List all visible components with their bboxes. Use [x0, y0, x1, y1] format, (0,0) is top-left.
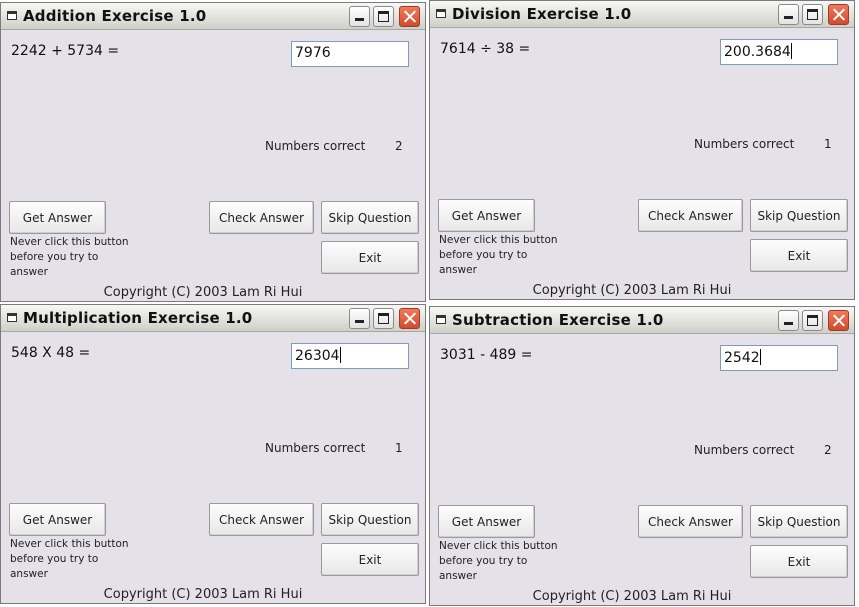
check-answer-button[interactable]: Check Answer — [209, 503, 314, 536]
title-bar[interactable]: Division Exercise 1.0 — [430, 1, 854, 28]
close-icon — [829, 311, 848, 330]
copyright-notice: Copyright (C) 2003 Lam Ri Hui — [532, 589, 732, 604]
question-label: 7614 ÷ 38 = — [440, 41, 531, 57]
window-app-icon[interactable] — [7, 313, 17, 322]
text-caret — [759, 349, 761, 365]
exit-button[interactable]: Exit — [750, 239, 848, 272]
get-answer-button[interactable]: Get Answer — [438, 505, 535, 538]
get-answer-warning: Never click this button before you try t… — [439, 234, 558, 276]
close-button[interactable] — [399, 6, 420, 27]
window-app-icon[interactable] — [7, 11, 17, 20]
maximize-icon — [378, 313, 389, 324]
close-button[interactable] — [828, 310, 849, 331]
skip-question-button[interactable]: Skip Question — [750, 199, 848, 232]
question-label: 2242 + 5734 = — [11, 43, 120, 59]
answer-value: 200.3684 — [724, 44, 791, 60]
answer-input[interactable]: 7976 — [291, 41, 409, 67]
answer-input[interactable]: 2542 — [720, 345, 838, 371]
get-answer-warning: Never click this button before you try t… — [10, 538, 129, 580]
maximize-button[interactable] — [373, 6, 394, 27]
numbers-correct-count: 1 — [824, 137, 832, 151]
maximize-icon — [807, 315, 818, 326]
numbers-correct-count: 2 — [395, 139, 403, 153]
answer-input[interactable]: 26304 — [291, 343, 409, 369]
answer-value: 2542 — [724, 350, 760, 366]
addition-window: Addition Exercise 1.0 2242 + 5734 = 7976… — [0, 2, 426, 302]
minimize-button[interactable] — [778, 4, 799, 25]
multiplication-window: Multiplication Exercise 1.0 548 X 48 = 2… — [0, 304, 426, 604]
title-bar[interactable]: Addition Exercise 1.0 — [1, 3, 425, 30]
question-label: 3031 - 489 = — [440, 347, 533, 363]
maximize-icon — [807, 9, 818, 20]
check-answer-button[interactable]: Check Answer — [638, 505, 743, 538]
skip-question-button[interactable]: Skip Question — [321, 503, 419, 536]
exit-button[interactable]: Exit — [321, 241, 419, 274]
minimize-icon — [784, 322, 793, 325]
window-title: Addition Exercise 1.0 — [23, 7, 207, 25]
exit-button[interactable]: Exit — [321, 543, 419, 576]
title-bar[interactable]: Subtraction Exercise 1.0 — [430, 307, 854, 334]
copyright-notice: Copyright (C) 2003 Lam Ri Hui — [103, 285, 303, 300]
minimize-icon — [355, 18, 364, 21]
skip-question-button[interactable]: Skip Question — [750, 505, 848, 538]
get-answer-warning: Never click this button before you try t… — [10, 236, 129, 278]
maximize-button[interactable] — [802, 4, 823, 25]
exit-button[interactable]: Exit — [750, 545, 848, 578]
minimize-button[interactable] — [778, 310, 799, 331]
division-window: Division Exercise 1.0 7614 ÷ 38 = 200.36… — [429, 0, 855, 300]
question-label: 548 X 48 = — [11, 345, 91, 361]
window-title: Subtraction Exercise 1.0 — [452, 311, 664, 329]
window-app-icon[interactable] — [436, 9, 446, 18]
check-answer-button[interactable]: Check Answer — [638, 199, 743, 232]
window-title: Multiplication Exercise 1.0 — [23, 309, 253, 327]
get-answer-warning: Never click this button before you try t… — [439, 540, 558, 582]
get-answer-button[interactable]: Get Answer — [9, 503, 106, 536]
minimize-button[interactable] — [349, 308, 370, 329]
maximize-button[interactable] — [802, 310, 823, 331]
answer-value: 26304 — [295, 348, 340, 364]
close-button[interactable] — [828, 4, 849, 25]
get-answer-button[interactable]: Get Answer — [438, 199, 535, 232]
answer-value: 7976 — [295, 45, 331, 61]
close-button[interactable] — [399, 308, 420, 329]
text-caret — [339, 347, 341, 363]
numbers-correct-count: 2 — [824, 443, 832, 457]
subtraction-window: Subtraction Exercise 1.0 3031 - 489 = 25… — [429, 306, 855, 606]
numbers-correct-label: Numbers correct — [265, 139, 366, 153]
numbers-correct-label: Numbers correct — [265, 441, 366, 455]
copyright-notice: Copyright (C) 2003 Lam Ri Hui — [532, 283, 732, 298]
close-icon — [829, 5, 848, 24]
close-icon — [400, 7, 419, 26]
check-answer-button[interactable]: Check Answer — [209, 201, 314, 234]
minimize-icon — [784, 16, 793, 19]
get-answer-button[interactable]: Get Answer — [9, 201, 106, 234]
numbers-correct-label: Numbers correct — [694, 137, 795, 151]
maximize-icon — [378, 11, 389, 22]
window-app-icon[interactable] — [436, 315, 446, 324]
numbers-correct-count: 1 — [395, 441, 403, 455]
maximize-button[interactable] — [373, 308, 394, 329]
minimize-button[interactable] — [349, 6, 370, 27]
numbers-correct-label: Numbers correct — [694, 443, 795, 457]
close-icon — [400, 309, 419, 328]
answer-input[interactable]: 200.3684 — [720, 39, 838, 65]
title-bar[interactable]: Multiplication Exercise 1.0 — [1, 305, 425, 332]
window-title: Division Exercise 1.0 — [452, 5, 632, 23]
minimize-icon — [355, 320, 364, 323]
copyright-notice: Copyright (C) 2003 Lam Ri Hui — [103, 587, 303, 602]
text-caret — [790, 43, 792, 59]
skip-question-button[interactable]: Skip Question — [321, 201, 419, 234]
